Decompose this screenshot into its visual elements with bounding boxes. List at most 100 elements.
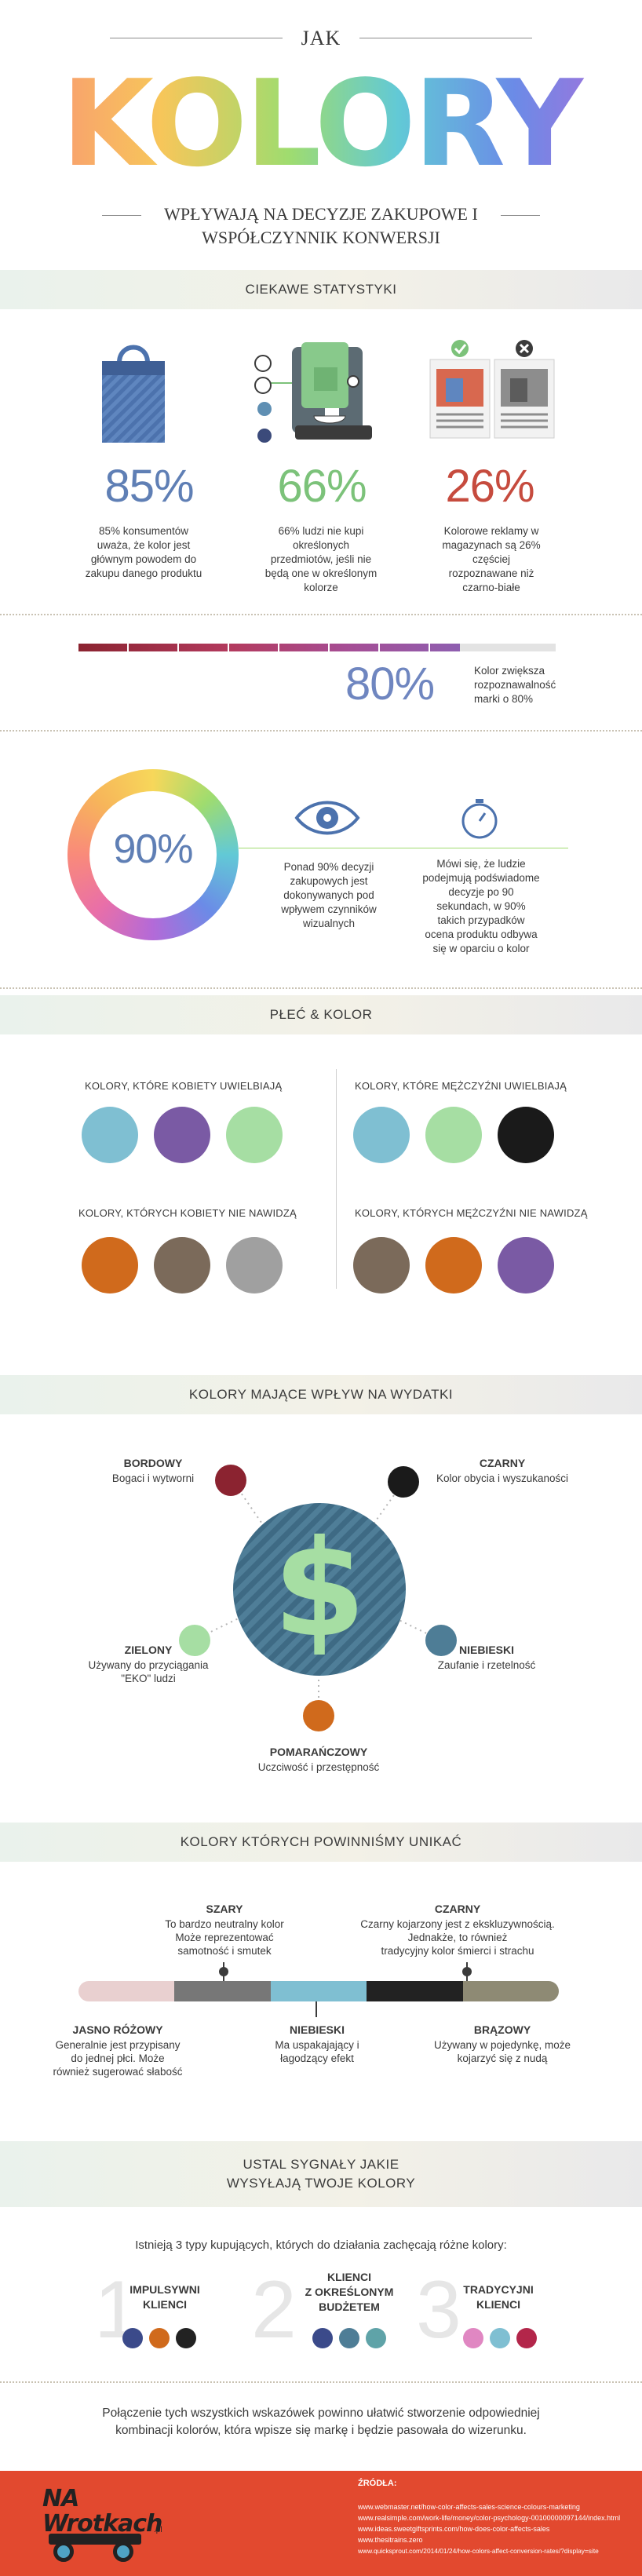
source-link[interactable]: www.ideas.sweetgiftsprints.com/how-does-…: [358, 2524, 549, 2534]
name: BRĄZOWY: [473, 2023, 531, 2036]
buyer-color-3: [366, 2328, 386, 2348]
header: JAK KOLORY WPŁYWAJĄ NA DECYZJE ZAKUPOWE …: [0, 0, 642, 251]
ring-value-90: 90%: [113, 826, 193, 872]
color-swatch: [254, 355, 272, 372]
avoid-segment-pink: [78, 1981, 175, 2001]
timer-text: Mówi się, że ludzie podejmują podświadom…: [422, 858, 540, 954]
source-link[interactable]: www.quicksprout.com/2014/01/24/how-color…: [358, 2546, 599, 2556]
avoid-segment-gray: [174, 1981, 271, 2001]
desc: To bardzo neutralny kolor: [165, 1918, 284, 1930]
buyer-type-label: KLIENCI Z OKREŚLONYM BUDŻETEM: [290, 2270, 408, 2315]
subtitle-divider-left: [102, 215, 141, 216]
women-hate-swatch-2: [154, 1237, 210, 1293]
brand-recognition-bar-fill: [78, 644, 461, 651]
stat-text-66: 66% ludzi nie kupi określonych przedmiot…: [264, 525, 378, 593]
conclusion-line-2: kombinacji kolorów, która wpisze się mar…: [115, 2424, 527, 2437]
buyer-color-3: [516, 2328, 537, 2348]
subtitle-line-2: WSPÓŁCZYNNIK KONWERSJI: [202, 228, 440, 247]
avoid-color-bar: [78, 1981, 559, 2001]
men-hate-swatch-3: [498, 1237, 554, 1293]
source-link[interactable]: www.thesitrains.zero: [358, 2535, 423, 2545]
header-kolory: KOLORY: [0, 58, 642, 190]
men-love-swatch-2: [425, 1107, 482, 1163]
header-jak: JAK: [301, 27, 341, 49]
desc: Może reprezentować: [175, 1932, 274, 1943]
desc: Uczciwość i przestępność: [257, 1761, 380, 1773]
desc: Kolor obycia i wyszukaności: [436, 1472, 569, 1484]
divider: [0, 2381, 642, 2383]
desc: łagodzący efekt: [280, 2052, 354, 2064]
bar-value-80: 80%: [345, 659, 435, 710]
spending-label-bordowy: BORDOWY Bogaci i wytworni: [86, 1457, 220, 1485]
desc: Czarny kojarzony jest z ekskluzywnością.: [360, 1918, 555, 1930]
gender-divider: [336, 1069, 337, 1289]
buyer-color-3: [176, 2328, 196, 2348]
men-hate-swatch-2: [425, 1237, 482, 1293]
desc: do jednej płci. Może: [71, 2052, 165, 2064]
spending-dot-bordowy: [215, 1465, 246, 1496]
divider: [0, 987, 642, 989]
avoid-label-czarny: CZARNY Czarny kojarzony jest z ekskluzyw…: [344, 1903, 571, 1958]
logo-text: NA Wrotkach: [42, 2485, 162, 2538]
subtitle-line-1: WPŁYWAJĄ NA DECYZJE ZAKUPOWE I: [164, 204, 478, 224]
avoid-label-niebieski: NIEBIESKI Ma uspakajający i łagodzący ef…: [254, 2023, 380, 2065]
avoid-pin-head: [219, 1967, 228, 1976]
line: KLIENCI: [476, 2298, 520, 2311]
shopping-bag-icon: [102, 345, 165, 443]
desc: również sugerować słabość: [53, 2066, 183, 2078]
line: KLIENCI: [327, 2271, 371, 2283]
women-love-swatch-3: [226, 1107, 283, 1163]
avoid-label-brazowy: BRĄZOWY Używany w pojedynkę, może kojarz…: [416, 2023, 589, 2065]
stat-value-85: 85%: [104, 461, 194, 512]
skate-wheel-icon: [53, 2541, 74, 2562]
desc: tradycyjny kolor śmierci i strachu: [381, 1945, 534, 1957]
dollar-sign: $: [272, 1512, 367, 1667]
name: CZARNY: [434, 1903, 481, 1915]
buyer-color-2: [490, 2328, 510, 2348]
footer: NA Wrotkach .pl ŹRÓDŁA: www.webmaster.ne…: [0, 2471, 642, 2576]
name: POMARAŃCZOWY: [269, 1746, 368, 1758]
subtitle-divider-right: [501, 215, 540, 216]
avoid-pin-head: [462, 1967, 472, 1976]
stat-text-85: 85% konsumentów uważa, że kolor jest głó…: [85, 525, 202, 579]
desc: Używany w pojedynkę, może: [433, 2039, 571, 2051]
avoid-label-rozowy: JASNO RÓŻOWY Generalnie jest przypisany …: [47, 2023, 188, 2078]
buyer-color-2: [339, 2328, 359, 2348]
section-title-signals: USTAL SYGNAŁY JAKIE WYSYŁAJĄ TWOJE KOLOR…: [0, 2141, 642, 2207]
buyer-type-label: IMPULSYWNI KLIENCI: [118, 2282, 212, 2312]
signals-title-line-1: USTAL SYGNAŁY JAKIE: [243, 2157, 399, 2172]
eye-icon: [294, 801, 360, 835]
stopwatch-icon: [461, 799, 498, 839]
name: JASNO RÓŻOWY: [72, 2023, 163, 2036]
men-love-swatch-1: [353, 1107, 410, 1163]
buyer-color-1: [312, 2328, 333, 2348]
color-swatch: [257, 429, 272, 443]
source-link[interactable]: www.realsimple.com/work-life/money/color…: [358, 2513, 620, 2523]
source-link[interactable]: www.webmaster.net/how-color-affects-sale…: [358, 2502, 580, 2512]
sources-title: ŹRÓDŁA:: [358, 2479, 397, 2488]
line: IMPULSYWNI: [129, 2283, 200, 2296]
spending-dot-czarny: [388, 1466, 419, 1498]
logo[interactable]: NA Wrotkach .pl: [42, 2482, 168, 2568]
name: NIEBIESKI: [289, 2023, 345, 2036]
label-women-hate: KOLORY, KTÓRYCH KOBIETY NIE NAWIDZĄ: [78, 1207, 297, 1219]
skate-wheel-icon: [113, 2541, 133, 2562]
label-men-hate: KOLORY, KTÓRYCH MĘŻCZYŹNI NIE NAWIDZĄ: [355, 1207, 588, 1219]
desc: samotność i smutek: [177, 1945, 272, 1957]
avoid-pin-niebieski: [316, 2000, 317, 2017]
avoid-segment-blue: [270, 1981, 367, 2001]
desc: kojarzyć się z nudą: [457, 2052, 548, 2064]
spending-dot-pomaranczowy: [303, 1700, 334, 1731]
avoid-label-szary: SZARY To bardzo neutralny kolor Może rep…: [146, 1903, 303, 1958]
women-love-swatch-2: [154, 1107, 210, 1163]
label-men-love: KOLORY, KTÓRE MĘŻCZYŹNI UWIELBIAJĄ: [355, 1080, 567, 1092]
spending-label-niebieski: NIEBIESKI Zaufanie i rzetelność: [408, 1644, 565, 1672]
desc: Zaufanie i rzetelność: [437, 1659, 536, 1671]
spending-label-pomaranczowy: POMARAŃCZOWY Uczciwość i przestępność: [235, 1746, 402, 1774]
line: KLIENCI: [143, 2298, 187, 2311]
conclusion-line-1: Połączenie tych wszystkich wskazówek pow…: [102, 2406, 540, 2420]
desc: "EKO" ludzi: [121, 1673, 176, 1684]
name: ZIELONY: [124, 1644, 173, 1656]
spending-label-zielony: ZIELONY Używany do przyciągania "EKO" lu…: [75, 1644, 221, 1685]
brand-recognition-bar: [78, 644, 556, 651]
